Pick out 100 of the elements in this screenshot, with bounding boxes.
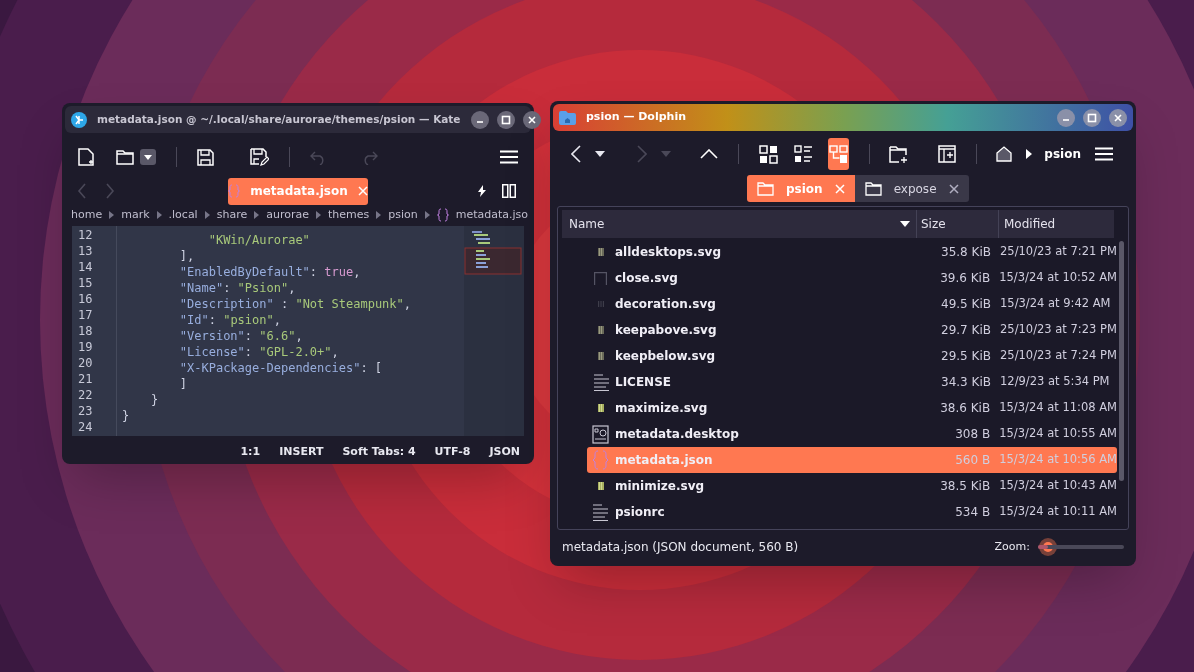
file-name: alldesktops.svg	[615, 244, 722, 261]
file-size: 49.5 KiB	[940, 296, 991, 313]
file-row[interactable]: minimize.svg 38.5 KiB 15/3/24 at 10:43 AM	[587, 473, 1117, 499]
file-size: 34.3 KiB	[940, 374, 991, 391]
file-row[interactable]: decoration.svg 49.5 KiB 15/3/24 at 9:42 AM	[587, 291, 1117, 317]
folder-icon[interactable]	[116, 149, 134, 165]
code-line: ],	[178, 249, 195, 263]
breadcrumb-item[interactable]: themes	[327, 209, 370, 220]
file-row[interactable]: alldesktops.svg 35.8 KiB 25/10/23 at 7:21 PM	[587, 239, 1117, 265]
modified-date: 15/3/24 at 10:11 AM	[998, 503, 1117, 521]
dropdown-icon[interactable]	[140, 149, 156, 165]
minimize-icon[interactable]	[470, 110, 489, 129]
file-name: LICENSE	[615, 374, 672, 391]
menu-icon[interactable]	[1095, 147, 1113, 161]
breadcrumb-item[interactable]: psion	[388, 209, 418, 220]
close-icon[interactable]	[522, 110, 541, 129]
image-file-icon	[598, 326, 604, 334]
new-tab-icon[interactable]	[937, 145, 956, 163]
close-icon[interactable]	[1109, 108, 1127, 127]
faint-file-icon	[598, 301, 604, 307]
zoom-slider[interactable]	[1038, 538, 1124, 556]
status-item[interactable]: Soft Tabs: 4	[342, 444, 416, 461]
file-row[interactable]: psionrc 534 B 15/3/24 at 10:11 AM	[587, 499, 1117, 525]
file-row[interactable]: keepbelow.svg 29.5 KiB 25/10/23 at 7:24 PM	[587, 343, 1117, 369]
modified-date: 12/9/23 at 5:34 PM	[999, 373, 1110, 391]
braces-icon	[228, 184, 241, 198]
line-number: 22	[77, 387, 94, 403]
file-row[interactable]: LICENSE 34.3 KiB 12/9/23 at 5:34 PM	[587, 369, 1117, 395]
sort-caret-icon[interactable]	[900, 221, 910, 227]
menu-icon[interactable]	[500, 150, 518, 164]
line-number: 18	[77, 323, 94, 339]
window-title: metadata.json @ ~/.local/share/aurorae/themes/psion — Kate	[97, 111, 461, 127]
chevron-icon	[1026, 149, 1033, 159]
location-crumb[interactable]: psion	[1044, 145, 1081, 163]
folder-icon	[864, 181, 882, 196]
code-line: "KWin/Aurorae"	[207, 233, 310, 247]
image-file-icon	[597, 482, 604, 490]
column-header[interactable]: Size	[917, 210, 999, 238]
file-name: psionrc	[614, 504, 666, 521]
breadcrumb-item[interactable]: share	[216, 209, 248, 220]
status-item[interactable]: JSON	[489, 444, 520, 461]
file-name: close.svg	[614, 270, 679, 287]
scrollbar[interactable]	[1119, 241, 1124, 481]
slider-handle[interactable]	[1039, 538, 1058, 556]
breadcrumb-item[interactable]: mark	[121, 209, 150, 220]
tree-view-button[interactable]	[827, 138, 849, 170]
file-name: maximize.svg	[614, 400, 709, 417]
file-size: 29.7 KiB	[940, 322, 991, 339]
code-line: }	[149, 393, 159, 407]
modified-date: 15/3/24 at 10:43 AM	[998, 477, 1117, 495]
braces-icon	[436, 207, 449, 222]
dropdown-caret-icon[interactable]	[595, 151, 605, 157]
file-size: 534 B	[954, 504, 991, 521]
folder-tab[interactable]: expose	[854, 175, 969, 202]
kde-logo-icon	[71, 111, 87, 128]
column-header[interactable]: Modified	[999, 210, 1114, 238]
status-item[interactable]: INSERT	[279, 444, 324, 461]
file-size: 29.5 KiB	[940, 348, 991, 365]
flash-icon[interactable]	[478, 185, 486, 197]
breadcrumb-item[interactable]: metadata.jso	[455, 209, 529, 220]
up-icon[interactable]	[699, 149, 718, 159]
maximize-icon[interactable]	[1083, 108, 1101, 127]
file-row[interactable]: metadata.desktop 308 B 15/3/24 at 10:55 AM	[587, 421, 1117, 447]
file-size: 38.5 KiB	[939, 478, 991, 495]
file-row[interactable]: close.svg 39.6 KiB 15/3/24 at 10:52 AM	[587, 265, 1117, 291]
file-name: decoration.svg	[615, 296, 717, 313]
breadcrumb-item[interactable]: aurorae	[266, 209, 309, 220]
image-file-icon	[598, 248, 604, 256]
file-size: 35.8 KiB	[940, 244, 991, 261]
file-row[interactable]: maximize.svg 38.6 KiB 15/3/24 at 11:08 AM	[587, 395, 1117, 421]
back-icon[interactable]	[571, 145, 581, 163]
save-as-icon[interactable]	[250, 148, 269, 166]
line-number: 12	[77, 227, 94, 243]
status-text: metadata.json (JSON document, 560 B)	[562, 539, 799, 556]
chevron-icon	[204, 210, 210, 219]
file-name: minimize.svg	[614, 478, 706, 495]
new-folder-icon[interactable]	[889, 145, 908, 163]
split-view-icon[interactable]	[502, 184, 516, 198]
minimize-icon[interactable]	[1057, 108, 1075, 127]
home-icon[interactable]	[996, 146, 1013, 162]
breadcrumb-item[interactable]: .local	[168, 209, 198, 220]
file-size: 39.6 KiB	[939, 270, 991, 287]
code-line: }	[122, 409, 130, 423]
image-file-icon	[597, 404, 604, 412]
code-line: "Version": "6.6",	[178, 329, 303, 343]
file-name: metadata.json	[614, 452, 714, 469]
code-line: "Name": "Psion",	[178, 281, 296, 295]
maximize-icon[interactable]	[496, 110, 515, 129]
text-file-icon	[593, 503, 609, 521]
column-header[interactable]: Name	[562, 210, 917, 238]
save-icon[interactable]	[197, 148, 214, 166]
zoom-label: Zoom:	[994, 538, 1030, 555]
status-item[interactable]: UTF-8	[434, 444, 471, 461]
breadcrumb-item[interactable]: home	[71, 209, 103, 220]
code-line: "Id": "psion",	[178, 313, 281, 327]
file-row[interactable]: keepabove.svg 29.7 KiB 25/10/23 at 7:23 PM	[587, 317, 1117, 343]
new-file-icon[interactable]	[78, 148, 94, 166]
chevron-icon	[109, 210, 115, 219]
braces-icon	[592, 450, 610, 470]
status-item[interactable]: 1:1	[240, 444, 261, 461]
